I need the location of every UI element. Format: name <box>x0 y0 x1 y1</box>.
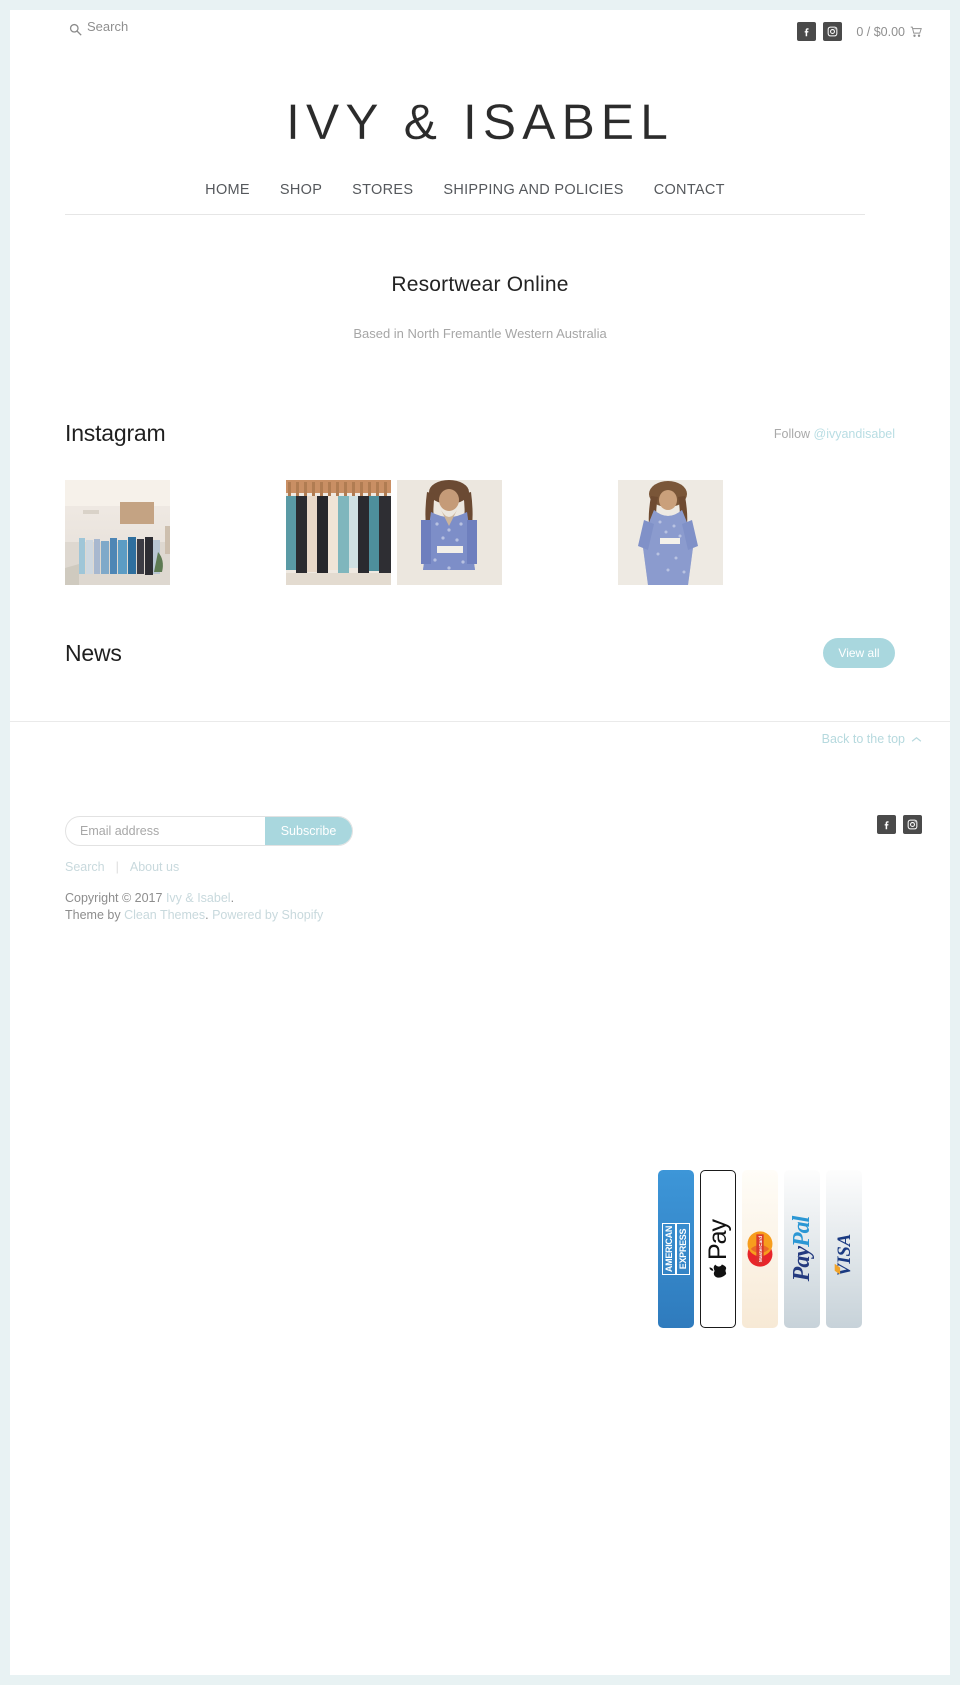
cart-link[interactable]: 0 / $0.00 <box>856 25 922 39</box>
hero-subtitle: Based in North Fremantle Western Austral… <box>353 326 607 341</box>
paypal-icon: PayPal <box>784 1170 820 1328</box>
footer-link-search[interactable]: Search <box>65 860 105 874</box>
page-title: Resortwear Online <box>391 273 569 296</box>
subscribe-button[interactable]: Subscribe <box>265 817 352 845</box>
hero-section: Resortwear Online Based in North Fremant… <box>10 270 950 341</box>
instagram-photo-3[interactable] <box>397 480 502 585</box>
visa-icon: VISA <box>826 1170 862 1328</box>
utility-bar: 0 / $0.00 <box>10 10 950 60</box>
instagram-grid <box>65 480 895 585</box>
clean-themes-link[interactable]: Clean Themes <box>124 908 205 922</box>
nav-item-stores[interactable]: STORES <box>352 182 413 198</box>
footer-links: Search | About us <box>65 860 179 874</box>
back-to-top-link[interactable]: Back to the top <box>822 732 922 746</box>
copyright-suffix: . <box>230 891 235 905</box>
page-root: 0 / $0.00 IVY & ISABEL HOME SHOP STORES … <box>0 0 960 1685</box>
email-field[interactable] <box>66 817 265 845</box>
theme-prefix: Theme by <box>65 908 125 922</box>
copyright-line: Copyright © 2017 Ivy & Isabel. <box>65 890 323 907</box>
instagram-photo-1[interactable] <box>65 480 170 585</box>
search-form[interactable] <box>69 18 267 36</box>
instagram-handle: @ivyandisabel <box>813 426 895 441</box>
apple-pay-icon: Pay <box>700 1170 736 1328</box>
footer-divider <box>10 721 950 722</box>
utility-bar-right: 0 / $0.00 <box>797 22 922 41</box>
instagram-photo-2[interactable] <box>286 480 391 585</box>
store-name-link[interactable]: Ivy & Isabel <box>166 891 231 905</box>
newsletter-form[interactable]: Subscribe <box>65 816 353 846</box>
footer-social-links <box>877 815 922 834</box>
instagram-follow-link[interactable]: Follow @ivyandisabel <box>774 427 895 441</box>
cart-icon <box>910 26 922 38</box>
footer-link-separator: | <box>115 860 119 874</box>
news-section-header: News View all <box>65 638 895 668</box>
instagram-photo-4[interactable] <box>618 480 723 585</box>
search-input[interactable] <box>87 18 267 36</box>
nav-item-shop[interactable]: SHOP <box>280 182 322 198</box>
mastercard-icon: MasterCard <box>742 1170 778 1328</box>
powered-by-shopify-link[interactable]: Powered by Shopify <box>212 908 323 922</box>
footer-link-about-us[interactable]: About us <box>130 860 179 874</box>
cart-total: 0 / $0.00 <box>856 24 905 39</box>
instagram-section-header: Instagram Follow @ivyandisabel <box>65 420 895 447</box>
facebook-icon[interactable] <box>877 815 896 834</box>
theme-line: Theme by Clean Themes. Powered by Shopif… <box>65 907 323 924</box>
nav-item-home[interactable]: HOME <box>205 182 250 198</box>
site-logo[interactable]: IVY & ISABEL <box>10 92 950 152</box>
view-all-button[interactable]: View all <box>823 638 895 668</box>
chevron-up-icon <box>911 736 922 743</box>
nav-item-contact[interactable]: CONTACT <box>654 182 725 198</box>
payment-methods: AMERICAN EXPRESS Pay MasterCard PayPal V… <box>658 1170 862 1328</box>
search-icon <box>69 23 82 36</box>
follow-prefix: Follow <box>773 426 814 441</box>
facebook-icon[interactable] <box>797 22 817 41</box>
news-heading: News <box>65 639 122 666</box>
svg-text:MasterCard: MasterCard <box>758 1236 764 1262</box>
copyright-prefix: Copyright © 2017 <box>65 891 166 905</box>
main-navigation: HOME SHOP STORES SHIPPING AND POLICIES C… <box>65 182 865 215</box>
instagram-icon[interactable] <box>823 22 843 41</box>
page-sheet: 0 / $0.00 IVY & ISABEL HOME SHOP STORES … <box>10 10 950 1675</box>
instagram-heading: Instagram <box>65 420 166 446</box>
instagram-icon[interactable] <box>903 815 922 834</box>
back-to-top-label: Back to the top <box>821 732 905 746</box>
nav-item-shipping[interactable]: SHIPPING AND POLICIES <box>443 182 623 198</box>
american-express-icon: AMERICAN EXPRESS <box>658 1170 694 1328</box>
copyright-block: Copyright © 2017 Ivy & Isabel. Theme by … <box>65 890 323 924</box>
